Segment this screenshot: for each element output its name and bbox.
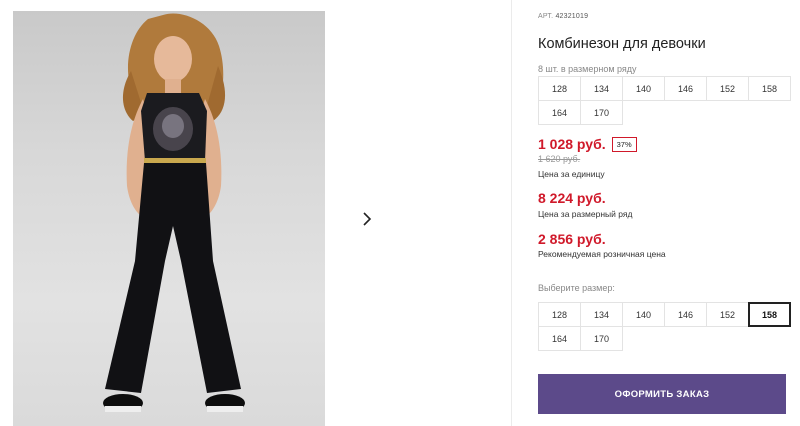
pack-price-caption: Цена за размерный ряд bbox=[538, 209, 633, 219]
product-gallery bbox=[0, 0, 512, 426]
old-price: 1 620 руб. bbox=[538, 154, 581, 164]
product-details: АРТ. 42321019 Комбинезон для девочки 8 ш… bbox=[538, 0, 800, 426]
pack-size-cell: 170 bbox=[580, 100, 623, 125]
choose-size-label: Выберите размер: bbox=[538, 283, 615, 293]
article-number: АРТ. 42321019 bbox=[538, 13, 588, 20]
unit-price: 1 028 руб. bbox=[538, 136, 606, 152]
chevron-right-icon bbox=[363, 212, 372, 226]
pack-size-cell: 158 bbox=[748, 76, 791, 101]
pack-size-grid: 128 134 140 146 152 158 164 170 bbox=[538, 76, 791, 125]
size-picker-grid: 128 134 140 146 152 158 164 170 bbox=[538, 302, 791, 351]
discount-badge: 37% bbox=[611, 136, 637, 152]
unit-price-row: 1 028 руб. 37% bbox=[538, 136, 637, 152]
product-photo[interactable] bbox=[13, 11, 325, 426]
article-value: 42321019 bbox=[555, 13, 589, 20]
size-option[interactable]: 140 bbox=[622, 302, 665, 327]
pack-size-cell: 128 bbox=[538, 76, 581, 101]
size-option[interactable]: 134 bbox=[580, 302, 623, 327]
unit-price-caption: Цена за единицу bbox=[538, 169, 605, 179]
size-option[interactable]: 128 bbox=[538, 302, 581, 327]
retail-price-caption: Рекомендуемая розничная цена bbox=[538, 249, 666, 259]
size-option[interactable]: 146 bbox=[664, 302, 707, 327]
pack-size-cell: 140 bbox=[622, 76, 665, 101]
pack-price: 8 224 руб. bbox=[538, 190, 606, 206]
article-label: АРТ. bbox=[538, 13, 554, 20]
pack-size-cell: 134 bbox=[580, 76, 623, 101]
size-option[interactable]: 152 bbox=[706, 302, 749, 327]
place-order-button[interactable]: ОФОРМИТЬ ЗАКАЗ bbox=[538, 374, 786, 414]
pack-size-cell: 146 bbox=[664, 76, 707, 101]
pack-size-cell: 152 bbox=[706, 76, 749, 101]
product-title: Комбинезон для девочки bbox=[538, 36, 706, 52]
size-option[interactable]: 170 bbox=[580, 326, 623, 351]
size-option-selected[interactable]: 158 bbox=[748, 302, 791, 327]
retail-price: 2 856 руб. bbox=[538, 231, 606, 247]
girl-in-jumpsuit-illustration bbox=[103, 13, 245, 412]
size-option[interactable]: 164 bbox=[538, 326, 581, 351]
pack-size-label: 8 шт. в размерном ряду bbox=[538, 64, 637, 74]
pack-size-cell: 164 bbox=[538, 100, 581, 125]
next-image-button[interactable] bbox=[348, 200, 386, 238]
